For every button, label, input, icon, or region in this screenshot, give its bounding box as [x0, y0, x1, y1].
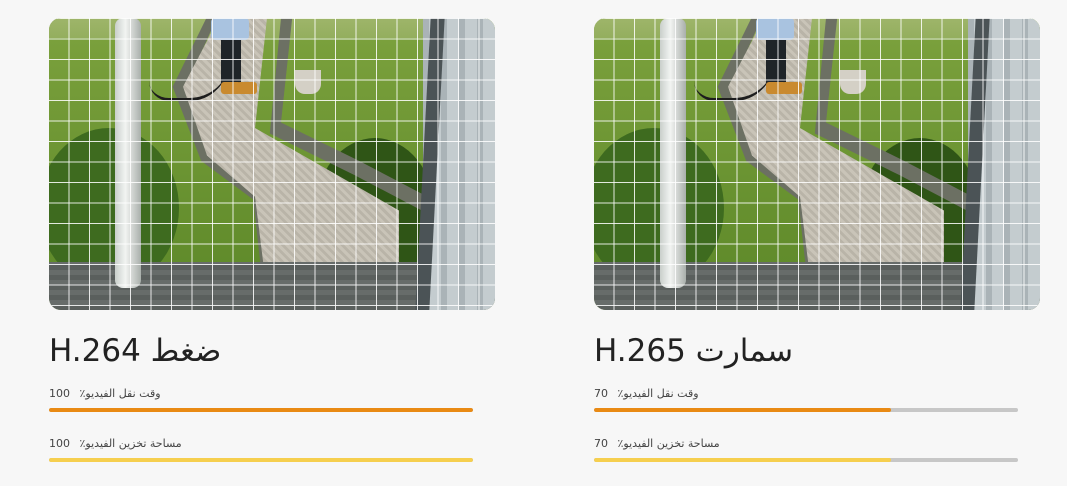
- progress-fill: [594, 458, 891, 462]
- progress-fill: [49, 458, 473, 462]
- progress-track: [594, 408, 1018, 412]
- card-title: H.264 ضغط: [49, 333, 222, 369]
- garden-path-photo: [594, 18, 1040, 310]
- h265-card: H.265 سمارت 70 ٪وقت نقل الفيديو 70 ٪مساح…: [594, 18, 1040, 462]
- metric-value: 100: [49, 387, 70, 400]
- storage-space-metric: 100 ٪مساحة تخزين الفيديو: [49, 436, 473, 462]
- metric-label: ٪وقت نقل الفيديو: [79, 387, 161, 400]
- transfer-time-metric: 100 ٪وقت نقل الفيديو: [49, 386, 473, 412]
- storage-space-metric: 70 ٪مساحة تخزين الفيديو: [594, 436, 1018, 462]
- grid-overlay: [49, 18, 495, 310]
- metric-label: ٪مساحة تخزين الفيديو: [617, 437, 720, 450]
- metric-value: 100: [49, 437, 70, 450]
- transfer-time-metric: 70 ٪وقت نقل الفيديو: [594, 386, 1018, 412]
- progress-fill: [594, 408, 891, 412]
- h264-card: H.264 ضغط 100 ٪وقت نقل الفيديو 100 ٪مساح…: [49, 18, 495, 462]
- grid-overlay: [594, 18, 1040, 310]
- card-title: H.265 سمارت: [594, 333, 794, 369]
- progress-track: [49, 408, 473, 412]
- metric-label: ٪مساحة تخزين الفيديو: [79, 437, 182, 450]
- metric-value: 70: [594, 437, 608, 450]
- progress-fill: [49, 408, 473, 412]
- progress-track: [49, 458, 473, 462]
- progress-track: [594, 458, 1018, 462]
- garden-path-photo: [49, 18, 495, 310]
- metric-label: ٪وقت نقل الفيديو: [617, 387, 699, 400]
- metric-value: 70: [594, 387, 608, 400]
